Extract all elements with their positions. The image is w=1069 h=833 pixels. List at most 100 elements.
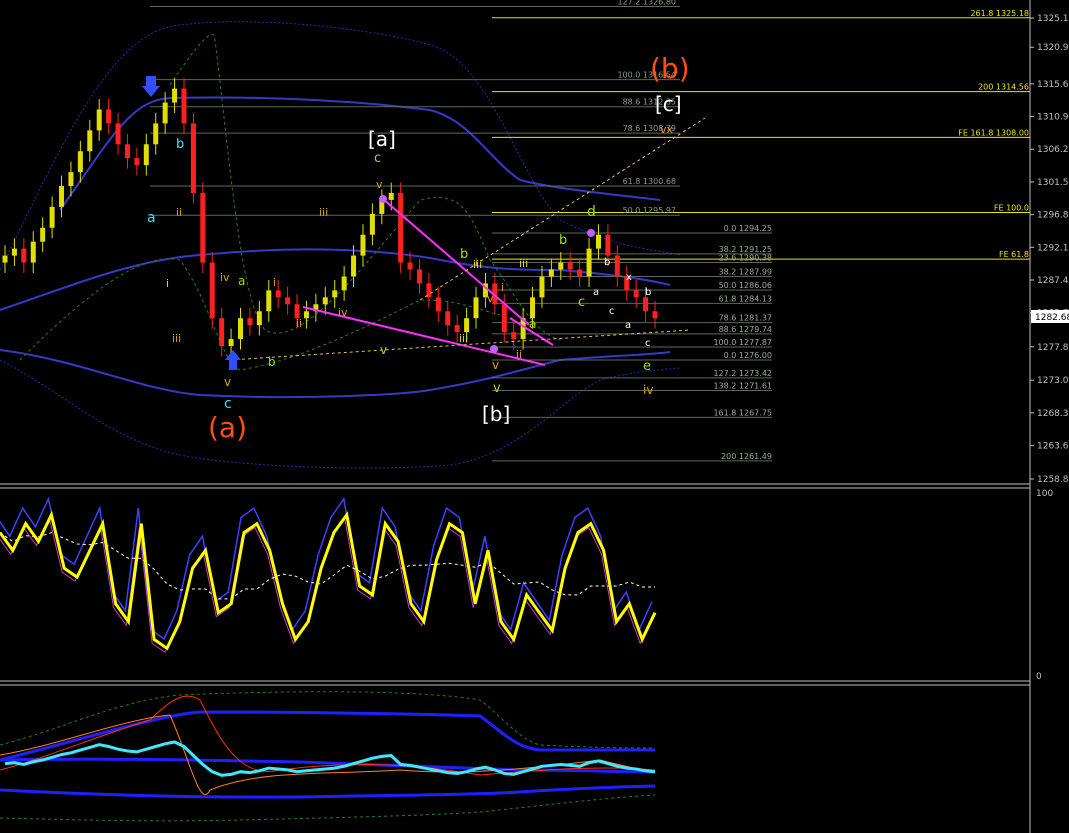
wave-label-small: iv bbox=[220, 271, 230, 284]
price-tick-label: 1325.15 bbox=[1037, 14, 1069, 24]
candle-body bbox=[2, 255, 8, 263]
wave-label-small: i bbox=[273, 276, 276, 289]
wave-label-a-bracket: [a] bbox=[368, 127, 396, 151]
candle-body bbox=[398, 192, 404, 263]
wave-label-small: b bbox=[176, 137, 184, 152]
candle-body bbox=[360, 234, 366, 256]
candle-body bbox=[162, 102, 168, 124]
candle-body bbox=[388, 192, 394, 200]
up-arrow-icon bbox=[225, 350, 241, 370]
bands-osc-panel bbox=[0, 691, 656, 822]
candle-body bbox=[285, 297, 291, 305]
candle-body bbox=[181, 88, 187, 124]
wave-label-c-bracket: [c] bbox=[655, 92, 682, 116]
candle-body bbox=[605, 234, 611, 256]
fib-label: 261.8 1325.18 bbox=[970, 9, 1029, 18]
candle-body bbox=[247, 318, 253, 326]
wave-label-small: a bbox=[238, 274, 245, 288]
wave-label-small: c bbox=[224, 396, 232, 412]
price-tick-label: 1263.69 bbox=[1037, 442, 1069, 452]
candle-body bbox=[124, 144, 130, 159]
wave-label-small: b bbox=[460, 247, 468, 262]
wave-label-small: iii bbox=[459, 332, 468, 345]
wave-label-small: c bbox=[374, 151, 381, 166]
fib-label: 200 1261.49 bbox=[721, 452, 772, 461]
price-tick-label: 1296.89 bbox=[1037, 211, 1069, 221]
candle-body bbox=[445, 311, 451, 326]
candle-body bbox=[87, 130, 93, 152]
wave-label-vx: vx bbox=[660, 123, 674, 136]
fib-label: 127.2 1273.42 bbox=[713, 369, 772, 378]
bands-green bbox=[19, 34, 561, 371]
pivot-marker-icon bbox=[379, 195, 387, 203]
candle-body bbox=[473, 297, 479, 319]
wave-label-small: iii bbox=[319, 206, 328, 219]
wave-label-small: e bbox=[643, 359, 651, 374]
candle-body bbox=[68, 172, 74, 187]
candle-body bbox=[548, 269, 554, 277]
candle-body bbox=[153, 123, 159, 145]
fib-label: FE 61.8 bbox=[999, 250, 1029, 259]
wave-label-small: d bbox=[587, 204, 596, 220]
wave-label-small: iii bbox=[519, 257, 528, 270]
candle-body bbox=[539, 276, 545, 298]
wave-label-small: b bbox=[559, 233, 567, 248]
candle-body bbox=[21, 248, 27, 263]
candle-body bbox=[209, 262, 215, 319]
wave-label-small: v bbox=[380, 343, 387, 357]
wave-label-small: c bbox=[578, 295, 585, 310]
wave-label-small: v bbox=[376, 178, 383, 191]
candle-body bbox=[59, 186, 65, 207]
fib-label: 61.8 1284.13 bbox=[719, 294, 772, 303]
chart-canvas: 1325.15 1320.95 1315.69 1310.99 1306.29 1301.… bbox=[0, 0, 1069, 833]
price-tick-label: 1268.39 bbox=[1037, 409, 1069, 419]
candle-body bbox=[322, 297, 328, 305]
candle-body bbox=[190, 123, 196, 193]
candle-body bbox=[435, 297, 441, 312]
fib-label: 38.2 1287.99 bbox=[719, 268, 772, 277]
arrow-markers bbox=[142, 76, 595, 370]
wave-label-small: b bbox=[604, 257, 610, 268]
candle-body bbox=[200, 192, 206, 263]
fib-label: 138.2 1271.61 bbox=[713, 382, 772, 391]
wave-label-small: c bbox=[609, 306, 615, 317]
fib-label: 38.2 1291.25 bbox=[719, 245, 772, 254]
candle-body bbox=[530, 297, 536, 319]
price-tick-label: 1258.89 bbox=[1037, 475, 1069, 485]
wave-label-small: i bbox=[501, 281, 504, 294]
candle-body bbox=[407, 262, 413, 270]
wave-label-small: ii bbox=[296, 317, 302, 330]
fib-label: FE 161.8 1308.00 bbox=[958, 128, 1029, 137]
candle-body bbox=[77, 151, 83, 173]
fib-label: FE 100.0 bbox=[994, 203, 1029, 212]
wave-label-small: a bbox=[529, 317, 536, 331]
candle-body bbox=[49, 206, 55, 228]
price-tick-label: 1273.09 bbox=[1037, 376, 1069, 386]
wave-label-small: iv bbox=[338, 306, 348, 319]
fib-label: 50.0 1295.97 bbox=[623, 206, 676, 215]
wave-label-small: i bbox=[475, 258, 478, 269]
current-price-tag: 1282.68 bbox=[1031, 310, 1069, 323]
candlesticks bbox=[2, 78, 658, 357]
osc-axis-top: 100 bbox=[1036, 489, 1053, 499]
bands-inner bbox=[0, 96, 671, 399]
candle-body bbox=[614, 255, 620, 277]
wave-label-small: a bbox=[593, 287, 599, 298]
candle-body bbox=[351, 255, 357, 277]
pivot-marker-icon bbox=[587, 229, 595, 237]
pivot-marker-icon bbox=[490, 345, 498, 353]
wave-label-small: v bbox=[224, 375, 231, 389]
fib-label: 127.2 1326.80 bbox=[617, 0, 676, 7]
stochastic-panel bbox=[0, 496, 657, 654]
candle-body bbox=[96, 109, 102, 131]
fib-label: 50.0 1286.06 bbox=[719, 281, 772, 290]
candle-body bbox=[633, 290, 639, 298]
candle-body bbox=[586, 248, 592, 277]
candle-body bbox=[40, 227, 46, 242]
candle-body bbox=[115, 123, 121, 145]
candle-body bbox=[134, 158, 140, 166]
candle-body bbox=[11, 248, 17, 256]
candle-body bbox=[567, 262, 573, 270]
candle-body bbox=[143, 144, 149, 166]
candle-body bbox=[172, 88, 178, 103]
